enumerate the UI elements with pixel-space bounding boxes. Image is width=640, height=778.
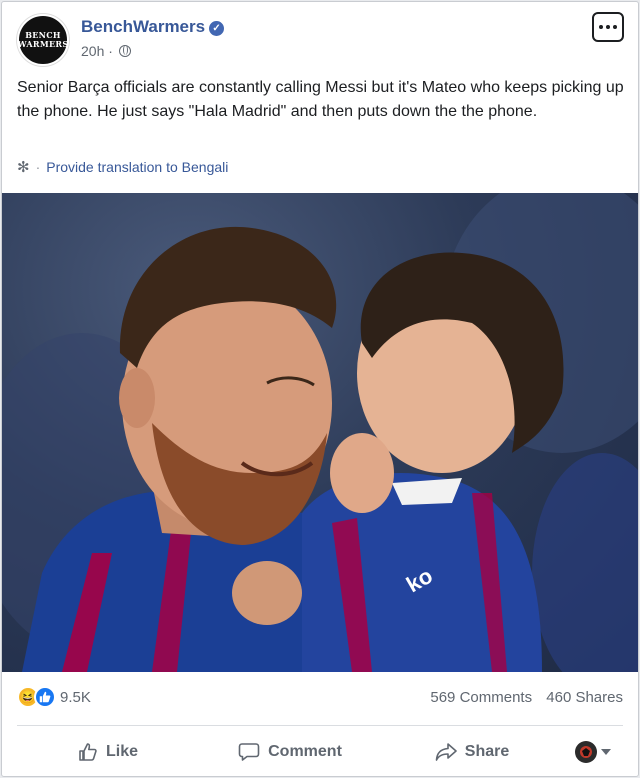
reactions-count[interactable]: 9.5K bbox=[60, 689, 91, 706]
like-icon bbox=[79, 743, 97, 761]
post-header: BENCH WARMERS BenchWarmers ✓ 20h · bbox=[17, 12, 628, 66]
actions-divider bbox=[17, 725, 623, 726]
share-label: Share bbox=[464, 743, 510, 760]
comment-icon bbox=[238, 743, 260, 761]
more-options-dot bbox=[613, 25, 617, 29]
comment-button[interactable]: Comment bbox=[199, 742, 381, 762]
share-button[interactable]: Share bbox=[381, 742, 563, 762]
more-options-button[interactable] bbox=[592, 12, 624, 42]
post-actions-bar: Like Comment Share bbox=[17, 728, 623, 776]
page-name-link[interactable]: BenchWarmers bbox=[81, 17, 205, 36]
globe-icon[interactable] bbox=[118, 45, 131, 57]
like-button[interactable]: Like bbox=[17, 742, 199, 762]
post-text: Senior Barça officials are constantly ca… bbox=[17, 79, 624, 120]
chevron-down-icon bbox=[601, 749, 611, 755]
page-name-line: BenchWarmers ✓ bbox=[81, 17, 225, 37]
more-options-icon bbox=[599, 25, 603, 29]
share-icon bbox=[435, 743, 457, 761]
reaction-icons-group[interactable]: 😆 9.5K bbox=[17, 686, 91, 708]
thumbs-up-glyph bbox=[39, 691, 51, 703]
photo-illustration: ko bbox=[2, 193, 638, 672]
avatar-text-bottom: WARMERS bbox=[17, 39, 69, 49]
reactions-summary: 😆 9.5K 569 Comments 460 Shares bbox=[17, 682, 623, 712]
profile-avatar-icon bbox=[575, 741, 597, 763]
post-card: BENCH WARMERS BenchWarmers ✓ 20h · Senior… bbox=[1, 1, 639, 777]
comment-label: Comment bbox=[268, 743, 342, 760]
post-meta: 20h · bbox=[81, 43, 131, 59]
engagement-counts: 569 Comments 460 Shares bbox=[430, 689, 623, 706]
provide-translation-link[interactable]: Provide translation to Bengali bbox=[46, 159, 228, 175]
profile-emblem-glyph bbox=[580, 746, 592, 758]
more-options-dot bbox=[606, 25, 610, 29]
translate-separator: · bbox=[35, 159, 41, 175]
shares-count[interactable]: 460 Shares bbox=[546, 689, 623, 706]
like-label: Like bbox=[105, 743, 138, 760]
post-photo[interactable]: ko bbox=[2, 193, 638, 672]
verified-badge-icon: ✓ bbox=[209, 21, 225, 36]
comments-count[interactable]: 569 Comments bbox=[430, 689, 532, 706]
translation-row: ✻ · Provide translation to Bengali bbox=[17, 158, 228, 176]
like-reaction-icon bbox=[34, 686, 56, 708]
react-as-selector[interactable] bbox=[563, 741, 623, 763]
page-avatar[interactable]: BENCH WARMERS bbox=[17, 14, 69, 66]
gear-icon: ✻ bbox=[17, 159, 30, 176]
post-timestamp[interactable]: 20h bbox=[81, 43, 104, 59]
meta-separator: · bbox=[108, 43, 113, 59]
